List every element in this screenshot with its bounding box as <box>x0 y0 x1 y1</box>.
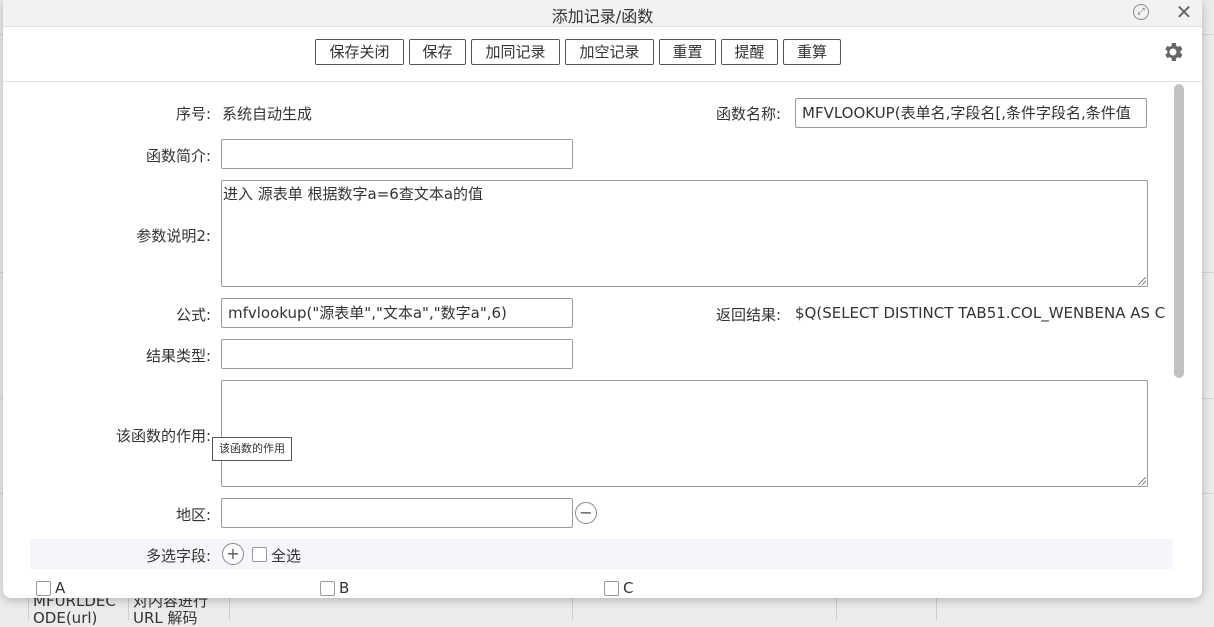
func-name-label: 函数名称: <box>715 105 781 123</box>
bg-col-line <box>936 595 937 620</box>
select-all-label: 全选 <box>271 547 302 565</box>
option-a-label: A <box>55 579 66 597</box>
multi-label: 多选字段: <box>145 547 211 565</box>
intro-input[interactable] <box>221 139 573 169</box>
toolbar: 保存关闭 保存 加同记录 加空记录 重置 提醒 重算 <box>3 27 1202 82</box>
restore-icon[interactable]: ⤢ <box>1133 4 1149 20</box>
region-input[interactable] <box>221 498 573 528</box>
dialog-titlebar[interactable]: 添加记录/函数 ⤢ ✕ <box>3 0 1202 27</box>
save-button[interactable]: 保存 <box>409 39 466 65</box>
option-a-checkbox[interactable] <box>36 581 51 596</box>
purpose-label: 该函数的作用: <box>115 427 211 445</box>
seq-value: 系统自动生成 <box>222 105 313 123</box>
result-type-label: 结果类型: <box>145 347 211 365</box>
add-empty-record-button[interactable]: 加空记录 <box>565 39 654 65</box>
formula-label: 公式: <box>175 306 211 324</box>
purpose-textarea[interactable] <box>221 380 1148 487</box>
add-field-button[interactable]: + <box>222 543 244 565</box>
add-record-dialog: 添加记录/函数 ⤢ ✕ 保存关闭 保存 加同记录 加空记录 重置 提醒 重算 序… <box>3 0 1202 598</box>
option-c-label: C <box>623 579 634 597</box>
dialog-title: 添加记录/函数 <box>551 7 654 26</box>
seq-label: 序号: <box>175 105 211 123</box>
bg-cell-text: URL 解码 <box>133 609 198 627</box>
intro-label: 函数简介: <box>145 147 211 165</box>
result-type-input[interactable] <box>221 339 573 369</box>
scrollbar-thumb[interactable] <box>1174 84 1184 378</box>
param-text: 进入 源表单 根据数字a=6查文本a的值 <box>223 185 484 203</box>
reset-button[interactable]: 重置 <box>659 39 716 65</box>
param-textarea[interactable]: 进入 源表单 根据数字a=6查文本a的值 <box>221 180 1148 287</box>
resize-grip[interactable] <box>1138 477 1146 485</box>
bg-col-line <box>836 595 837 620</box>
bg-col-line <box>572 595 573 620</box>
add-same-record-button[interactable]: 加同记录 <box>471 39 560 65</box>
bg-col-line <box>128 595 129 620</box>
option-c-checkbox[interactable] <box>604 581 619 596</box>
result-value: $Q(SELECT DISTINCT TAB51.COL_WENBENA AS … <box>795 304 1166 322</box>
func-name-input[interactable]: MFVLOOKUP(表单名,字段名[,条件字段名,条件值 <box>795 98 1147 128</box>
purpose-tooltip: 该函数的作用 <box>212 437 292 461</box>
param-label: 参数说明2: <box>136 227 211 245</box>
select-all-checkbox[interactable] <box>252 547 267 562</box>
remind-button[interactable]: 提醒 <box>721 39 778 65</box>
form-content: 序号: 系统自动生成 函数名称: MFVLOOKUP(表单名,字段名[,条件字段… <box>3 82 1173 598</box>
bg-col-line <box>28 595 29 620</box>
bg-col-line <box>229 595 230 620</box>
resize-grip[interactable] <box>1138 277 1146 285</box>
option-b-label: B <box>339 579 350 597</box>
close-icon[interactable]: ✕ <box>1175 1 1193 23</box>
gear-icon[interactable] <box>1161 40 1185 64</box>
region-label: 地区: <box>175 506 211 524</box>
result-label: 返回结果: <box>715 306 781 324</box>
bg-cell-text: ODE(url) <box>33 609 98 627</box>
remove-region-button[interactable]: − <box>575 502 597 524</box>
save-close-button[interactable]: 保存关闭 <box>315 39 404 65</box>
formula-input[interactable]: mfvlookup("源表单","文本a","数字a",6) <box>221 298 573 328</box>
recalculate-button[interactable]: 重算 <box>783 39 841 65</box>
option-b-checkbox[interactable] <box>320 581 335 596</box>
